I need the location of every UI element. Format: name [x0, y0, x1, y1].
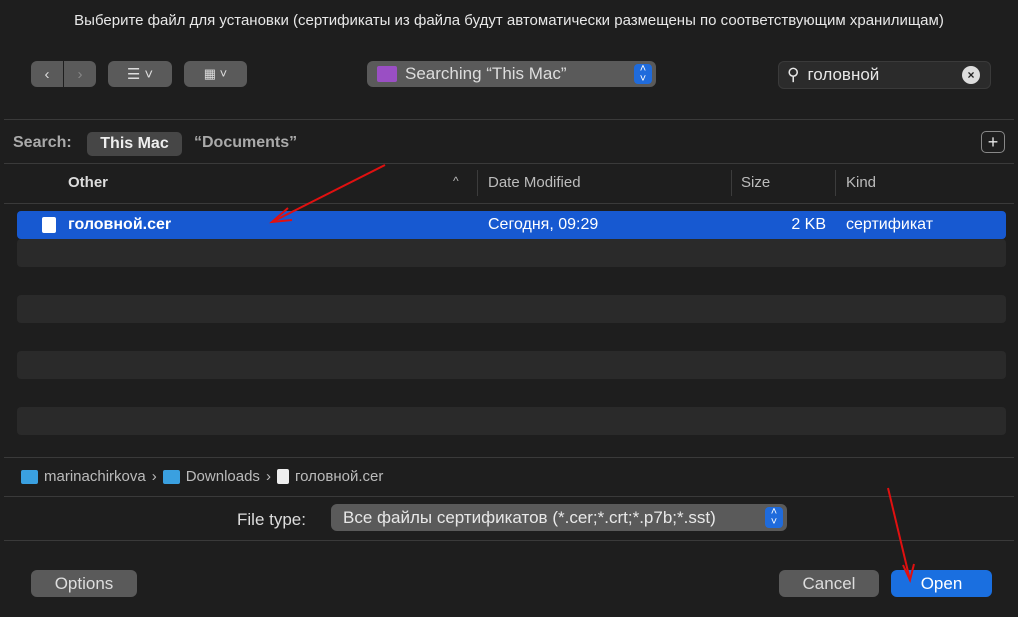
file-name: головной.cer [68, 216, 172, 233]
up-down-chevron-icon: ˄ ˅ [765, 507, 783, 528]
list-icon: ☰ ˅ [126, 66, 154, 83]
search-value: головной [807, 65, 880, 84]
add-criteria-button[interactable]: + [981, 131, 1005, 153]
options-button[interactable]: Options [31, 570, 137, 597]
search-input[interactable]: ⚲ головной × [778, 61, 991, 89]
grid-view-button[interactable]: ▦ ˅ [184, 61, 247, 87]
home-folder-icon [21, 469, 38, 484]
clear-search-icon[interactable]: × [962, 66, 980, 84]
list-view-button[interactable]: ☰ ˅ [108, 61, 172, 87]
location-popup[interactable]: Searching “This Mac” ˄ ˅ [367, 61, 656, 87]
path-item[interactable]: Downloads [186, 468, 260, 485]
up-down-chevron-icon: ˄ ˅ [634, 64, 652, 85]
column-date-modified[interactable]: Date Modified [488, 174, 581, 191]
scope-this-mac[interactable]: This Mac [87, 132, 182, 156]
empty-row [17, 407, 1006, 435]
open-button[interactable]: Open [891, 570, 992, 597]
certificate-file-icon [42, 217, 56, 233]
file-size: 2 KB [791, 216, 826, 233]
back-button[interactable]: ‹ [31, 61, 63, 87]
dialog-title: Выберите файл для установки (сертификаты… [74, 12, 944, 29]
certificate-file-icon [276, 469, 289, 484]
file-type-label: File type: [237, 510, 306, 529]
search-scope-label: Search: [13, 134, 72, 151]
path-item[interactable]: marinachirkova [44, 468, 146, 485]
scope-documents[interactable]: “Documents” [194, 134, 297, 152]
column-other[interactable]: Other [68, 174, 108, 191]
plus-icon: + [987, 132, 999, 152]
forward-button[interactable]: › [64, 61, 96, 87]
downloads-folder-icon [162, 469, 180, 484]
empty-row [17, 351, 1006, 379]
path-separator: › [265, 468, 271, 485]
file-kind: сертификат [846, 216, 934, 233]
file-date: Сегодня, 09:29 [488, 216, 599, 233]
folder-icon [377, 66, 397, 82]
location-label: Searching “This Mac” [405, 64, 567, 83]
column-size[interactable]: Size [741, 174, 770, 191]
file-row[interactable]: головной.cer Сегодня, 09:29 2 KB сертифи… [17, 211, 1006, 239]
path-separator: › [151, 468, 157, 485]
search-icon: ⚲ [787, 65, 800, 84]
file-type-select[interactable]: Все файлы сертификатов (*.cer;*.crt;*.p7… [331, 504, 787, 531]
empty-row [17, 239, 1006, 267]
column-kind[interactable]: Kind [846, 174, 876, 191]
cancel-button[interactable]: Cancel [779, 570, 879, 597]
empty-row [17, 295, 1006, 323]
grid-icon: ▦ ˅ [203, 66, 228, 81]
file-type-value: Все файлы сертификатов (*.cer;*.crt;*.p7… [343, 507, 716, 527]
chevron-left-icon: ‹ [44, 65, 50, 83]
chevron-right-icon: › [77, 65, 83, 83]
annotation-arrow [887, 487, 911, 581]
path-item[interactable]: головной.cer [295, 468, 383, 485]
path-bar: marinachirkova › Downloads › головной.cer [21, 468, 383, 485]
sort-ascending-icon: ^ [453, 174, 459, 188]
